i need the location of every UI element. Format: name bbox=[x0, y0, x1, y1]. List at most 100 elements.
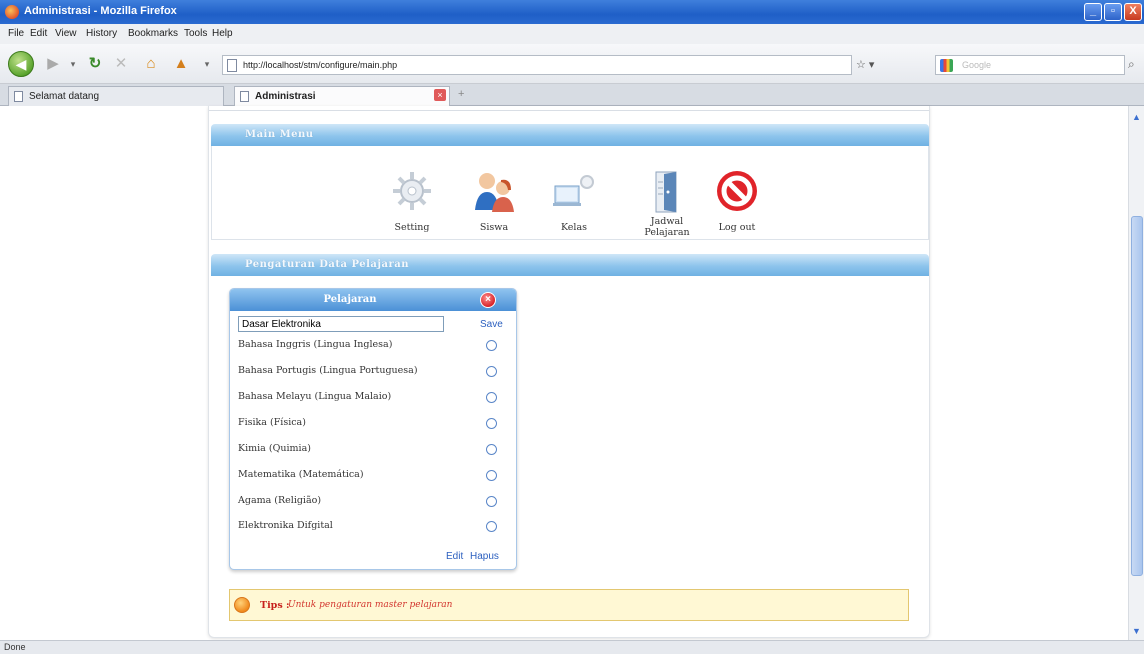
tab-selamat-datang[interactable]: Selamat datang bbox=[8, 86, 224, 106]
menu-setting[interactable]: Setting bbox=[377, 168, 447, 233]
close-window-button[interactable]: X bbox=[1124, 3, 1142, 21]
navigation-toolbar: ◀ ▶ ▾ ↻ ✕ ⌂ ▲ ▾ http://localhost/stm/con… bbox=[0, 44, 1144, 84]
menu-logout[interactable]: Log out bbox=[702, 168, 772, 233]
menu-jadwal-pelajaran[interactable]: Jadwal Pelajaran bbox=[632, 168, 702, 238]
main-menu-title: Main Menu bbox=[245, 129, 314, 140]
subject-row[interactable]: Bahasa Melayu (Lingua Malaio) bbox=[238, 389, 508, 407]
reload-icon[interactable]: ↻ bbox=[86, 55, 104, 73]
subject-name: Matematika (Matemática) bbox=[238, 469, 364, 480]
vertical-scrollbar[interactable]: ▲ ▼ bbox=[1128, 106, 1144, 640]
tips-box: Tips : Untuk pengaturan master pelajaran bbox=[229, 589, 909, 621]
close-tab-icon[interactable]: × bbox=[434, 89, 446, 101]
tab-label: Selamat datang bbox=[29, 91, 100, 102]
page-icon bbox=[227, 59, 237, 72]
pelajaran-panel: Pelajaran × Save Bahasa Inggris (Lingua … bbox=[229, 288, 517, 570]
tips-text: Untuk pengaturan master pelajaran bbox=[288, 600, 453, 610]
bookmark-dropdown-icon[interactable]: ▾ bbox=[198, 55, 216, 73]
home-icon[interactable]: ⌂ bbox=[142, 55, 160, 73]
google-engine-icon[interactable] bbox=[940, 59, 953, 72]
subject-name: Elektronika Difgital bbox=[238, 520, 333, 531]
subject-row[interactable]: Agama (Religião) bbox=[238, 493, 508, 511]
window-title: Administrasi - Mozilla Firefox bbox=[24, 5, 177, 17]
scroll-up-icon[interactable]: ▲ bbox=[1132, 112, 1141, 122]
subject-row[interactable]: Bahasa Portugis (Lingua Portuguesa) bbox=[238, 363, 508, 381]
gear-icon bbox=[389, 168, 435, 214]
forward-button[interactable]: ▶ bbox=[44, 55, 62, 73]
subject-row[interactable]: Kimia (Quimia) bbox=[238, 441, 508, 459]
maximize-button[interactable]: ▫ bbox=[1104, 3, 1122, 21]
star-bookmark-icon[interactable]: ☆ ▾ bbox=[856, 58, 874, 71]
close-panel-icon[interactable]: × bbox=[480, 292, 496, 308]
subject-radio[interactable] bbox=[486, 366, 497, 377]
firefox-icon bbox=[5, 5, 19, 19]
subject-radio[interactable] bbox=[486, 521, 497, 532]
pelajaran-title: Pelajaran bbox=[323, 294, 377, 305]
search-icon[interactable]: ⌕ bbox=[1128, 57, 1135, 72]
page-content: Main Menu Setting Siswa Kelas Jadwal Pel… bbox=[0, 106, 1128, 640]
menu-kelas-label: Kelas bbox=[560, 222, 588, 233]
subject-name: Bahasa Melayu (Lingua Malaio) bbox=[238, 391, 392, 402]
status-text: Done bbox=[4, 642, 26, 652]
logout-icon bbox=[714, 168, 760, 214]
main-menu-panel: Setting Siswa Kelas Jadwal Pelajaran Log… bbox=[211, 146, 929, 240]
menu-history[interactable]: History bbox=[86, 28, 117, 39]
tab-bar: Selamat datang Administrasi bbox=[0, 84, 1144, 106]
minimize-button[interactable]: _ bbox=[1084, 3, 1102, 21]
subject-radio[interactable] bbox=[486, 444, 497, 455]
subject-name: Bahasa Portugis (Lingua Portuguesa) bbox=[238, 365, 418, 376]
menu-help[interactable]: Help bbox=[212, 28, 233, 39]
edit-link[interactable]: Edit bbox=[446, 551, 463, 562]
app-frame: Main Menu Setting Siswa Kelas Jadwal Pel… bbox=[208, 106, 930, 638]
stop-icon[interactable]: ✕ bbox=[112, 55, 130, 73]
search-box[interactable]: Google bbox=[935, 55, 1125, 75]
subject-radio[interactable] bbox=[486, 392, 497, 403]
menu-file[interactable]: File bbox=[8, 28, 24, 39]
subject-radio[interactable] bbox=[486, 496, 497, 507]
section-title: Pengaturan Data Pelajaran bbox=[245, 259, 409, 270]
menu-jadwal-label: Jadwal Pelajaran bbox=[644, 216, 690, 238]
menu-bar: File Edit View History Bookmarks Tools H… bbox=[0, 24, 1144, 44]
subject-radio[interactable] bbox=[486, 340, 497, 351]
tab-label: Administrasi bbox=[255, 91, 316, 102]
menu-edit[interactable]: Edit bbox=[30, 28, 47, 39]
subject-name-input[interactable] bbox=[238, 316, 444, 332]
subject-name: Fisika (Física) bbox=[238, 417, 306, 428]
menu-view[interactable]: View bbox=[55, 28, 77, 39]
bookmark-page-icon[interactable]: ▲ bbox=[172, 55, 190, 73]
schedule-door-icon bbox=[644, 168, 690, 214]
classroom-icon bbox=[551, 168, 597, 214]
subject-name: Bahasa Inggris (Lingua Inglesa) bbox=[238, 339, 393, 350]
menu-kelas[interactable]: Kelas bbox=[539, 168, 609, 233]
url-text: http://localhost/stm/configure/main.php bbox=[243, 60, 398, 70]
status-bar: Done bbox=[0, 640, 1144, 654]
save-link[interactable]: Save bbox=[480, 319, 503, 330]
main-menu-header: Main Menu bbox=[211, 124, 929, 146]
pelajaran-header: Pelajaran × bbox=[230, 289, 516, 311]
subject-row[interactable]: Elektronika Difgital bbox=[238, 518, 508, 536]
subject-radio[interactable] bbox=[486, 418, 497, 429]
students-icon bbox=[471, 168, 517, 214]
section-header: Pengaturan Data Pelajaran bbox=[211, 254, 929, 276]
new-tab-icon[interactable]: + bbox=[458, 88, 464, 100]
tips-label: Tips : bbox=[260, 600, 290, 611]
menu-tools[interactable]: Tools bbox=[184, 28, 207, 39]
subject-name: Kimia (Quimia) bbox=[238, 443, 311, 454]
subject-name: Agama (Religião) bbox=[238, 495, 322, 506]
search-placeholder: Google bbox=[962, 60, 992, 70]
subject-row[interactable]: Matematika (Matemática) bbox=[238, 467, 508, 485]
history-dropdown-icon[interactable]: ▾ bbox=[64, 55, 82, 73]
menu-siswa[interactable]: Siswa bbox=[459, 168, 529, 233]
scrollbar-thumb[interactable] bbox=[1131, 216, 1143, 576]
tip-bulb-icon bbox=[234, 597, 250, 613]
subject-row[interactable]: Fisika (Física) bbox=[238, 415, 508, 433]
menu-logout-label: Log out bbox=[718, 222, 756, 233]
tab-administrasi[interactable]: Administrasi bbox=[234, 86, 450, 106]
divider bbox=[209, 110, 929, 111]
delete-link[interactable]: Hapus bbox=[470, 551, 499, 562]
back-button[interactable]: ◀ bbox=[8, 51, 34, 77]
scroll-down-icon[interactable]: ▼ bbox=[1132, 626, 1141, 636]
address-bar[interactable]: http://localhost/stm/configure/main.php bbox=[222, 55, 852, 75]
subject-radio[interactable] bbox=[486, 470, 497, 481]
subject-row[interactable]: Bahasa Inggris (Lingua Inglesa) bbox=[238, 337, 508, 355]
menu-bookmarks[interactable]: Bookmarks bbox=[128, 28, 178, 39]
